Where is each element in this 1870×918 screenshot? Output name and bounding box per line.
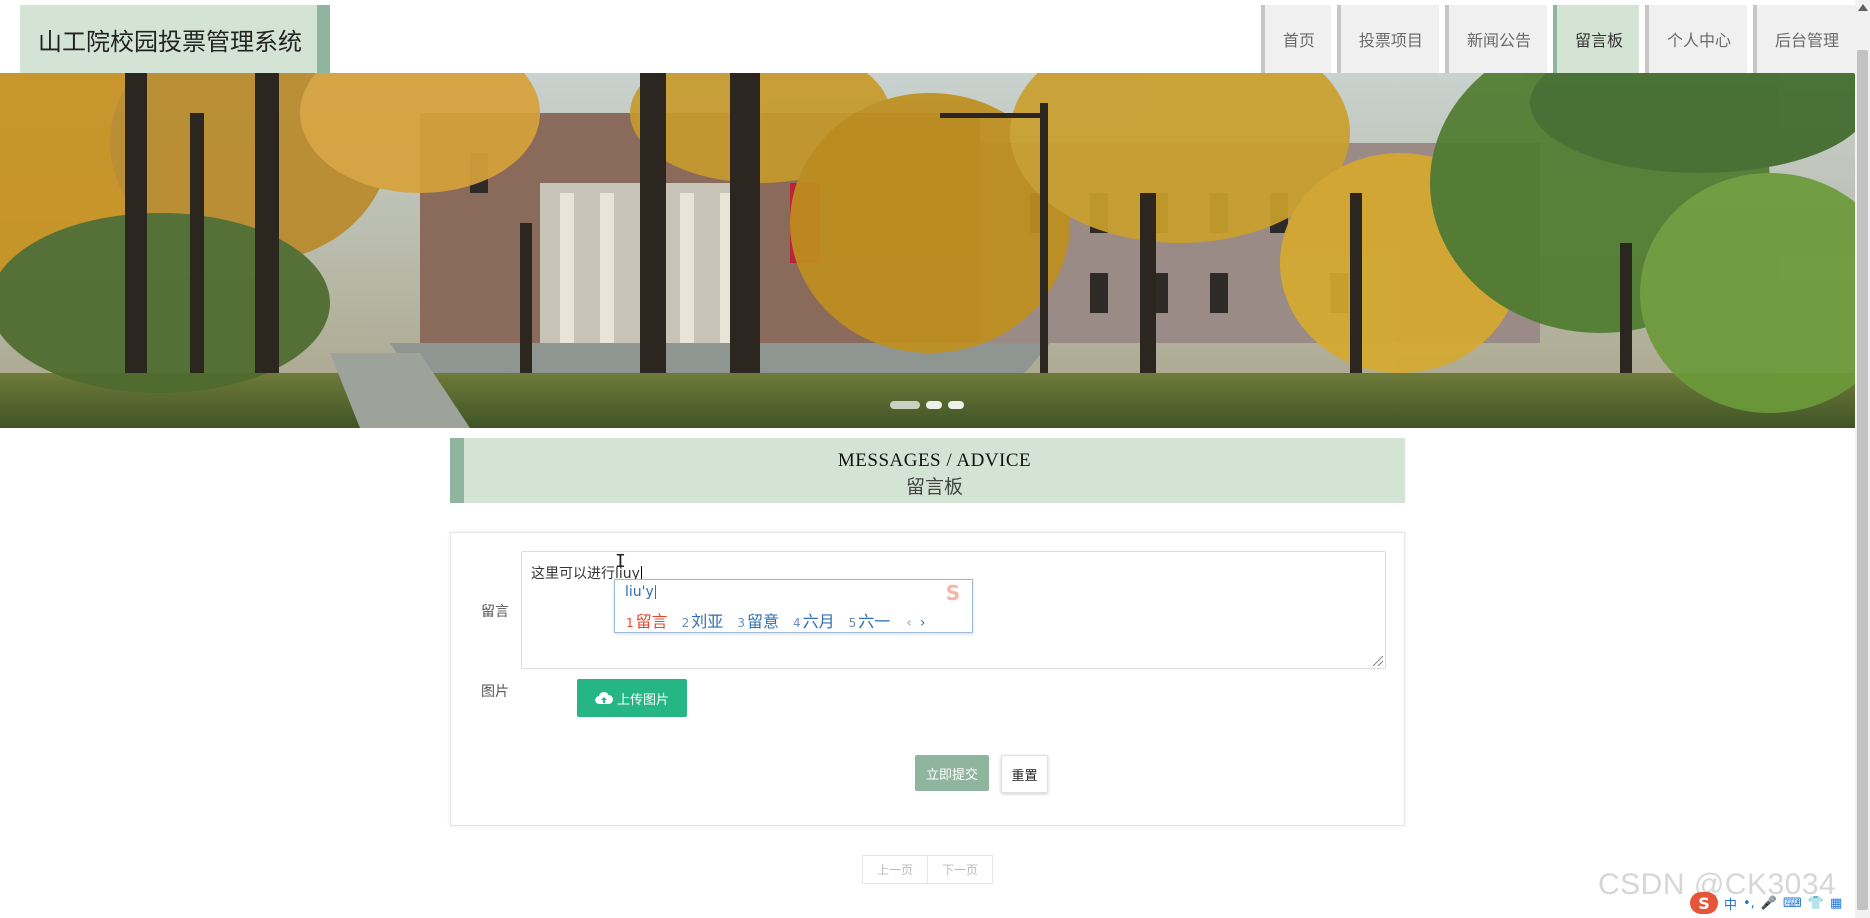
ime-punctuation-icon[interactable]: •, (1743, 896, 1755, 911)
message-label: 留言 (481, 604, 509, 620)
ime-toolbar-logo-icon[interactable]: S (1690, 892, 1718, 914)
section-title: MESSAGES / ADVICE 留言板 (450, 438, 1405, 503)
nav-vote-projects[interactable]: 投票项目 (1336, 5, 1439, 73)
ime-composition: liu'y (625, 584, 656, 600)
carousel-dot[interactable] (890, 401, 920, 409)
main-nav: 首页 投票项目 新闻公告 留言板 个人中心 后台管理 (1255, 5, 1855, 73)
ime-candidate-window: liu'y S 1 留言 2 刘亚 3 留意 4 六月 5 六一 ‹ › (614, 579, 973, 633)
text-cursor-icon: I (615, 551, 626, 572)
ime-candidate[interactable]: 1 留言 (626, 608, 668, 632)
pagination: 上一页 下一页 (862, 855, 994, 884)
next-page-button[interactable]: 下一页 (928, 855, 994, 884)
scrollbar-thumb[interactable] (1857, 50, 1868, 910)
message-form: 留言 这里可以进行liuy 图片 上传图片 立即提交 重置 (450, 532, 1405, 826)
ime-next-icon[interactable]: › (920, 615, 926, 631)
ime-candidates: 1 留言 2 刘亚 3 留意 4 六月 5 六一 ‹ › (626, 608, 926, 632)
vertical-scrollbar[interactable] (1855, 0, 1870, 918)
keyboard-icon[interactable]: ⌨ (1783, 896, 1802, 911)
prev-page-button[interactable]: 上一页 (862, 855, 929, 884)
ime-candidate[interactable]: 4 六月 (793, 608, 835, 632)
scroll-up-icon[interactable] (1858, 4, 1868, 11)
nav-admin[interactable]: 后台管理 (1752, 5, 1855, 73)
site-brand[interactable]: 山工院校园投票管理系统 (20, 5, 330, 73)
ime-toolbar: S 中 •, 🎤 ⌨ 👕 ▦ (1690, 892, 1860, 914)
ime-page-arrows: ‹ › (906, 615, 925, 631)
ime-prev-icon[interactable]: ‹ (906, 615, 912, 631)
upload-image-button[interactable]: 上传图片 (577, 679, 687, 717)
ime-candidate[interactable]: 3 留意 (737, 608, 779, 632)
nav-user-center[interactable]: 个人中心 (1644, 5, 1747, 73)
cloud-upload-icon (595, 691, 613, 705)
reset-button[interactable]: 重置 (1001, 755, 1048, 793)
nav-message-board[interactable]: 留言板 (1552, 5, 1639, 73)
image-label: 图片 (481, 684, 509, 700)
banner-carousel (0, 73, 1855, 428)
upload-image-label: 上传图片 (616, 692, 669, 708)
header: 山工院校园投票管理系统 首页 投票项目 新闻公告 留言板 个人中心 后台管理 (0, 5, 1855, 73)
ime-candidate[interactable]: 5 六一 (849, 608, 891, 632)
section-title-cn: 留言板 (905, 476, 963, 498)
nav-home[interactable]: 首页 (1260, 5, 1331, 73)
microphone-icon[interactable]: 🎤 (1761, 896, 1777, 911)
ime-chinese-mode-icon[interactable]: 中 (1724, 894, 1737, 913)
carousel-dot[interactable] (948, 401, 964, 409)
carousel-indicators (890, 401, 964, 409)
ime-candidate[interactable]: 2 刘亚 (682, 608, 724, 632)
skin-icon[interactable]: 👕 (1808, 896, 1824, 911)
campus-banner-image (0, 73, 1855, 428)
resize-handle[interactable] (1373, 656, 1383, 666)
toolbox-icon[interactable]: ▦ (1830, 896, 1842, 911)
ime-logo-icon: S (945, 581, 961, 605)
nav-news[interactable]: 新闻公告 (1444, 5, 1547, 73)
section-title-en: MESSAGES / ADVICE (837, 450, 1032, 471)
carousel-dot[interactable] (926, 401, 942, 409)
submit-button[interactable]: 立即提交 (915, 755, 989, 791)
